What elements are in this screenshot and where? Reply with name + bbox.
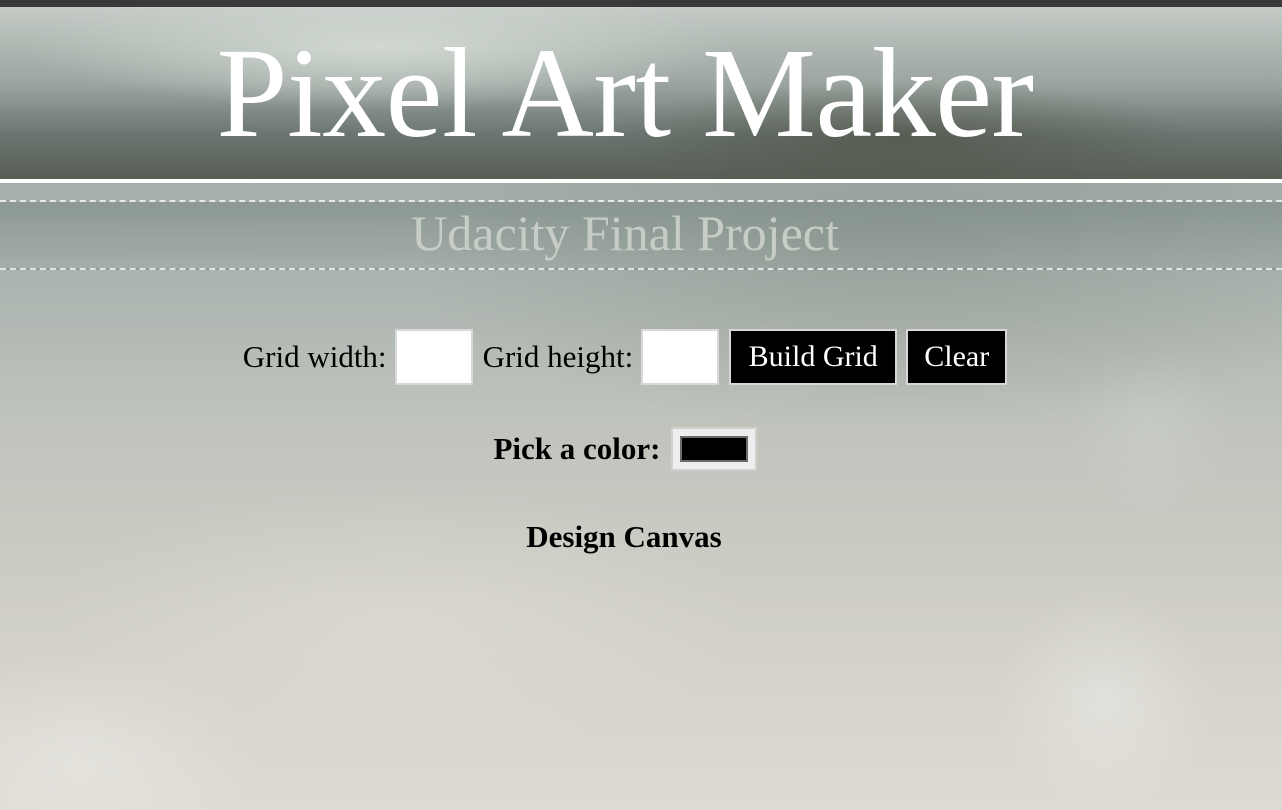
size-picker-form: Grid width: Grid height: Build Grid Clea… — [0, 327, 1250, 387]
build-grid-button[interactable]: Build Grid — [729, 329, 898, 385]
top-strip — [0, 0, 1282, 7]
color-swatch — [679, 436, 748, 462]
design-canvas-heading: Design Canvas — [526, 519, 722, 554]
color-picker-row: Pick a color: — [0, 426, 1250, 472]
color-picker-input[interactable] — [670, 427, 757, 471]
page-title: Pixel Art Maker — [216, 22, 1034, 164]
color-picker-label: Pick a color: — [493, 431, 661, 466]
page-subtitle: Udacity Final Project — [411, 205, 839, 261]
grid-width-label: Grid width: — [242, 339, 387, 374]
clear-button[interactable]: Clear — [906, 329, 1008, 385]
pixel-canvas[interactable] — [575, 570, 675, 571]
grid-height-input[interactable] — [641, 329, 720, 385]
header-divider — [0, 179, 1282, 183]
grid-width-input[interactable] — [394, 329, 473, 385]
grid-height-label: Grid height: — [482, 339, 634, 374]
